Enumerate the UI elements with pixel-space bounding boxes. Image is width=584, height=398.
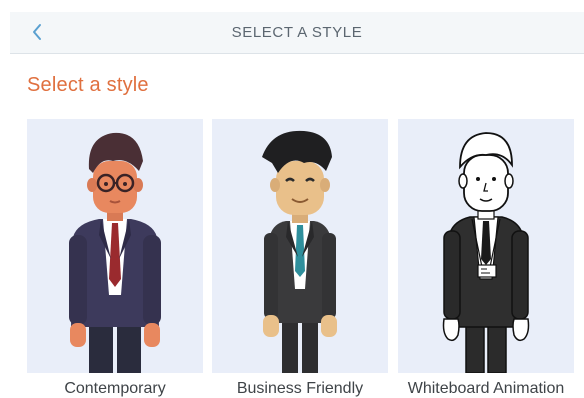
style-label-contemporary[interactable]: Contemporary bbox=[15, 380, 215, 398]
whiteboard-animation-character-illustration bbox=[442, 132, 530, 373]
section-heading: Select a style bbox=[27, 74, 149, 96]
style-label-business-friendly[interactable]: Business Friendly bbox=[200, 380, 400, 398]
style-card-contemporary[interactable] bbox=[27, 119, 203, 373]
page-title: SELECT A STYLE bbox=[231, 24, 363, 41]
style-card-business-friendly[interactable] bbox=[212, 119, 388, 373]
business-friendly-character-illustration bbox=[262, 130, 337, 373]
style-card-whiteboard-animation[interactable] bbox=[398, 119, 574, 373]
top-bar: SELECT A STYLE bbox=[10, 12, 584, 54]
contemporary-character-illustration bbox=[69, 132, 161, 373]
style-label-whiteboard-animation[interactable]: Whiteboard Animation bbox=[386, 380, 584, 398]
